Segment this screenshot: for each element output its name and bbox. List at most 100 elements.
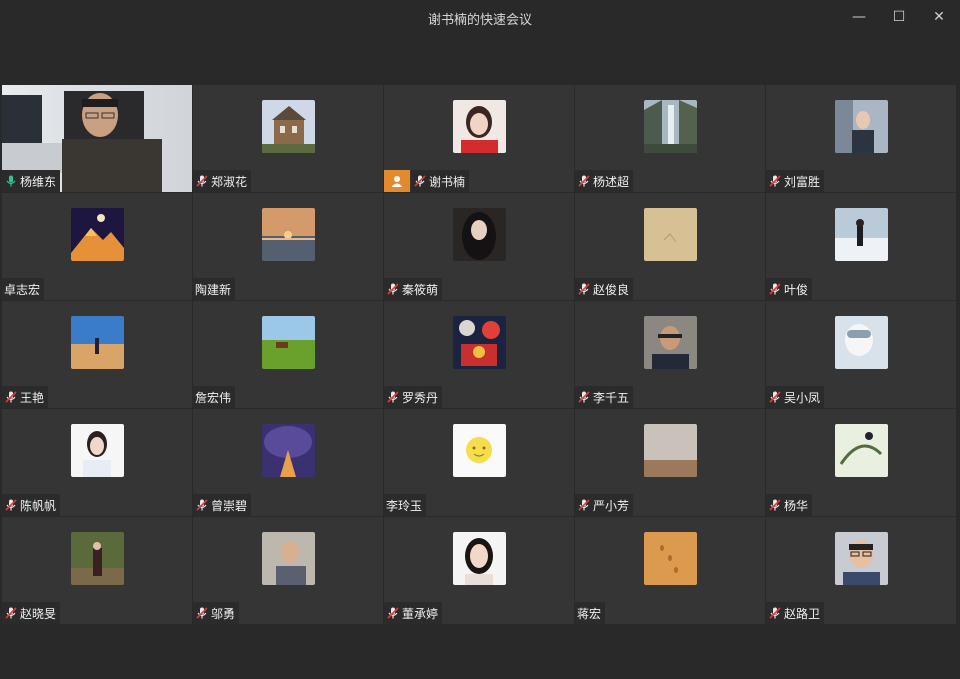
- participant-tile[interactable]: 李千五: [575, 301, 765, 408]
- name-label: 蒋宏: [575, 602, 606, 624]
- participant-name: 秦筱萌: [402, 282, 439, 297]
- participant-tile[interactable]: 叶俊: [766, 193, 956, 300]
- name-label: 郑淑花: [193, 170, 252, 192]
- avatar: [453, 532, 506, 585]
- avatar: [262, 208, 315, 261]
- window-title: 谢书楠的快速会议: [427, 13, 532, 28]
- mic-muted-icon: [577, 174, 591, 188]
- close-button[interactable]: ✕: [929, 8, 949, 26]
- name-label: 曾崇碧: [193, 494, 252, 516]
- participant-tile[interactable]: 卓志宏: [2, 193, 192, 300]
- name-label: 陶建新: [193, 278, 236, 300]
- participant-name: 詹宏伟: [195, 390, 232, 405]
- avatar: [262, 532, 315, 585]
- avatar: [262, 424, 315, 477]
- mic-muted-icon: [386, 390, 400, 404]
- participant-name: 赵晓旻: [20, 606, 57, 621]
- participant-tile[interactable]: 曾崇碧: [193, 409, 383, 516]
- avatar: [835, 424, 888, 477]
- participant-name: 谢书楠: [429, 174, 466, 189]
- participant-name: 李千五: [593, 390, 630, 405]
- participant-name: 严小芳: [593, 498, 630, 513]
- participant-tile[interactable]: 郑淑花: [193, 85, 383, 192]
- participant-tile[interactable]: 陈帆帆: [2, 409, 192, 516]
- participant-tile[interactable]: 杨维东: [2, 85, 192, 192]
- avatar: [644, 208, 697, 261]
- avatar: [835, 532, 888, 585]
- participant-name: 叶俊: [784, 282, 809, 297]
- name-label: 杨华: [766, 494, 813, 516]
- mic-muted-icon: [195, 606, 209, 620]
- participant-tile[interactable]: 严小芳: [575, 409, 765, 516]
- avatar: [453, 100, 506, 153]
- mic-muted-icon: [768, 498, 782, 512]
- participant-tile[interactable]: 王艳: [2, 301, 192, 408]
- participant-name: 邬勇: [211, 606, 236, 621]
- mic-muted-icon: [768, 174, 782, 188]
- participant-tile[interactable]: 杨华: [766, 409, 956, 516]
- participant-tile[interactable]: 杨述超: [575, 85, 765, 192]
- name-label: 严小芳: [575, 494, 634, 516]
- avatar: [262, 100, 315, 153]
- participant-name: 吴小凤: [784, 390, 821, 405]
- avatar: [835, 208, 888, 261]
- mic-muted-icon: [577, 390, 591, 404]
- participant-name: 郑淑花: [211, 174, 248, 189]
- avatar: [835, 316, 888, 369]
- participant-tile[interactable]: 邬勇: [193, 517, 383, 624]
- mic-muted-icon: [386, 282, 400, 296]
- maximize-button[interactable]: ☐: [889, 8, 909, 26]
- participant-name: 蒋宏: [577, 606, 602, 621]
- participant-tile[interactable]: 赵俊良: [575, 193, 765, 300]
- mic-muted-icon: [413, 174, 427, 188]
- name-label: 刘富胜: [766, 170, 825, 192]
- avatar: [644, 100, 697, 153]
- participant-tile[interactable]: 吴小凤: [766, 301, 956, 408]
- participant-tile[interactable]: 蒋宏: [575, 517, 765, 624]
- participant-name: 陶建新: [195, 282, 232, 297]
- mic-muted-icon: [577, 498, 591, 512]
- name-label: 杨维东: [2, 170, 61, 192]
- name-label: 罗秀丹: [384, 386, 443, 408]
- mic-muted-icon: [195, 498, 209, 512]
- participant-name: 曾崇碧: [211, 498, 248, 513]
- mic-muted-icon: [4, 390, 18, 404]
- name-label: 董承婷: [384, 602, 443, 624]
- participant-tile[interactable]: 董承婷: [384, 517, 574, 624]
- participant-tile[interactable]: 谢书楠: [384, 85, 574, 192]
- participant-tile[interactable]: 詹宏伟: [193, 301, 383, 408]
- participant-name: 罗秀丹: [402, 390, 439, 405]
- name-label: 杨述超: [575, 170, 634, 192]
- participant-tile[interactable]: 赵路卫: [766, 517, 956, 624]
- participant-tile[interactable]: 刘富胜: [766, 85, 956, 192]
- avatar: [453, 208, 506, 261]
- avatar: [644, 532, 697, 585]
- avatar: [453, 424, 506, 477]
- participant-name: 李玲玉: [386, 498, 423, 513]
- participant-tile[interactable]: 赵晓旻: [2, 517, 192, 624]
- participant-tile[interactable]: 李玲玉: [384, 409, 574, 516]
- name-label: 陈帆帆: [2, 494, 61, 516]
- participant-name: 陈帆帆: [20, 498, 57, 513]
- name-label: 秦筱萌: [384, 278, 443, 300]
- name-label: 卓志宏: [2, 278, 45, 300]
- name-label: 詹宏伟: [193, 386, 236, 408]
- participant-name: 王艳: [20, 390, 45, 405]
- mic-muted-icon: [577, 282, 591, 296]
- participant-tile[interactable]: 秦筱萌: [384, 193, 574, 300]
- avatar: [262, 316, 315, 369]
- participant-name: 赵路卫: [784, 606, 821, 621]
- minimize-button[interactable]: —: [849, 8, 869, 26]
- name-label: 邬勇: [193, 602, 240, 624]
- mic-muted-icon: [4, 606, 18, 620]
- participant-tile[interactable]: 陶建新: [193, 193, 383, 300]
- participant-name: 卓志宏: [4, 282, 41, 297]
- avatar: [71, 424, 124, 477]
- participant-name: 杨述超: [593, 174, 630, 189]
- avatar: [71, 316, 124, 369]
- mic-muted-icon: [4, 498, 18, 512]
- name-label: 吴小凤: [766, 386, 825, 408]
- avatar: [644, 316, 697, 369]
- mic-muted-icon: [386, 606, 400, 620]
- participant-tile[interactable]: 罗秀丹: [384, 301, 574, 408]
